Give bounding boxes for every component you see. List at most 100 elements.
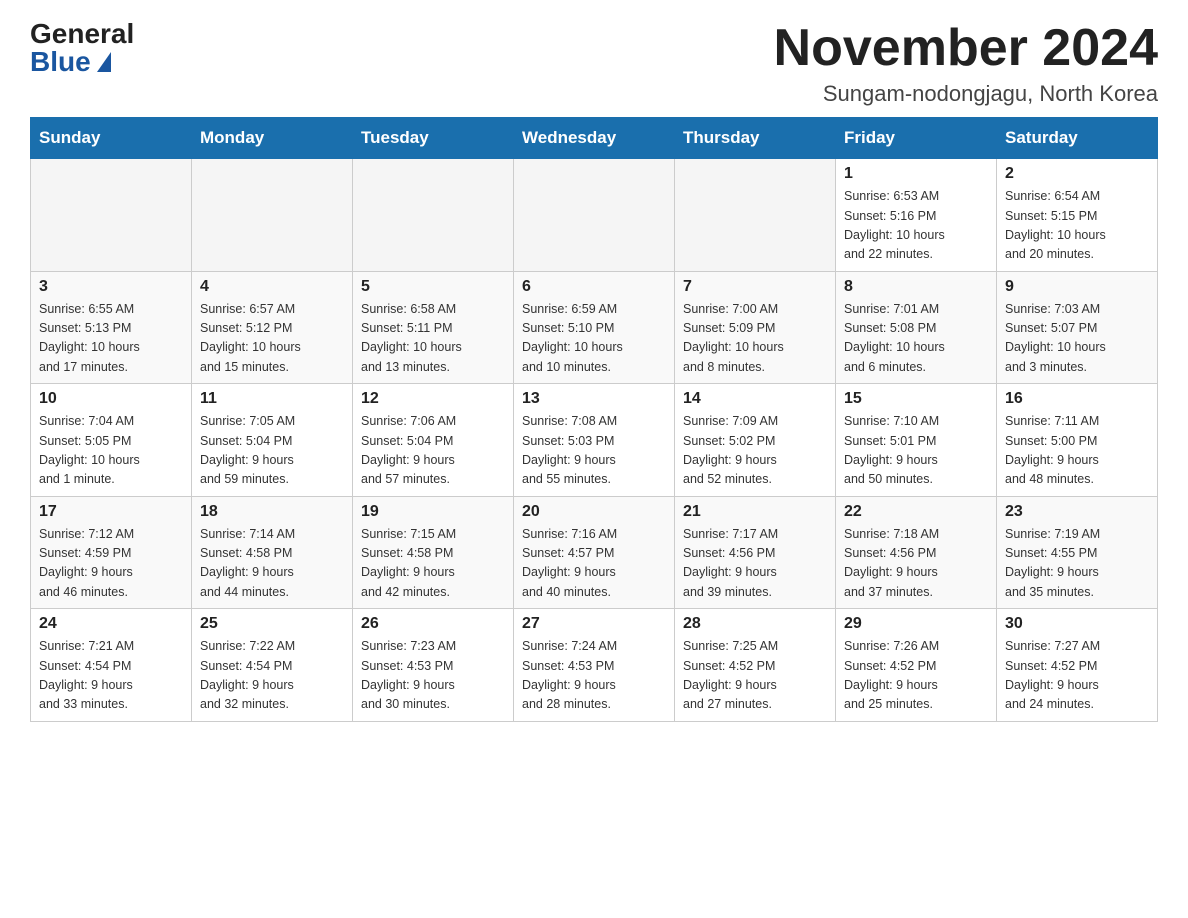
day-number: 19 [361, 503, 505, 521]
day-number: 25 [200, 615, 344, 633]
day-number: 27 [522, 615, 666, 633]
day-number: 5 [361, 278, 505, 296]
calendar-table: SundayMondayTuesdayWednesdayThursdayFrid… [30, 117, 1158, 722]
month-title: November 2024 [774, 20, 1158, 77]
weekday-header-saturday: Saturday [997, 118, 1158, 159]
day-number: 24 [39, 615, 183, 633]
day-info: Sunrise: 7:23 AMSunset: 4:53 PMDaylight:… [361, 637, 505, 715]
calendar-cell: 28 Sunrise: 7:25 AMSunset: 4:52 PMDayligh… [675, 609, 836, 722]
day-number: 26 [361, 615, 505, 633]
day-number: 8 [844, 278, 988, 296]
day-number: 12 [361, 390, 505, 408]
day-number: 28 [683, 615, 827, 633]
day-info: Sunrise: 7:26 AMSunset: 4:52 PMDaylight:… [844, 637, 988, 715]
calendar-cell: 18 Sunrise: 7:14 AMSunset: 4:58 PMDayligh… [192, 496, 353, 609]
day-info: Sunrise: 6:53 AMSunset: 5:16 PMDaylight:… [844, 187, 988, 265]
calendar-cell [353, 159, 514, 272]
calendar-cell [514, 159, 675, 272]
day-info: Sunrise: 7:06 AMSunset: 5:04 PMDaylight:… [361, 412, 505, 490]
day-info: Sunrise: 7:09 AMSunset: 5:02 PMDaylight:… [683, 412, 827, 490]
calendar-cell: 12 Sunrise: 7:06 AMSunset: 5:04 PMDayligh… [353, 384, 514, 497]
day-number: 30 [1005, 615, 1149, 633]
calendar-cell: 8 Sunrise: 7:01 AMSunset: 5:08 PMDaylight… [836, 271, 997, 384]
calendar-cell: 6 Sunrise: 6:59 AMSunset: 5:10 PMDaylight… [514, 271, 675, 384]
day-number: 18 [200, 503, 344, 521]
calendar-cell: 24 Sunrise: 7:21 AMSunset: 4:54 PMDayligh… [31, 609, 192, 722]
page-header: General Blue November 2024 Sungam-nodong… [30, 20, 1158, 107]
calendar-cell: 14 Sunrise: 7:09 AMSunset: 5:02 PMDayligh… [675, 384, 836, 497]
calendar-cell: 15 Sunrise: 7:10 AMSunset: 5:01 PMDayligh… [836, 384, 997, 497]
day-number: 15 [844, 390, 988, 408]
day-info: Sunrise: 7:14 AMSunset: 4:58 PMDaylight:… [200, 525, 344, 603]
day-info: Sunrise: 7:01 AMSunset: 5:08 PMDaylight:… [844, 300, 988, 378]
logo: General Blue [30, 20, 134, 76]
calendar-cell: 2 Sunrise: 6:54 AMSunset: 5:15 PMDaylight… [997, 159, 1158, 272]
day-number: 2 [1005, 165, 1149, 183]
calendar-cell: 10 Sunrise: 7:04 AMSunset: 5:05 PMDayligh… [31, 384, 192, 497]
day-number: 29 [844, 615, 988, 633]
day-info: Sunrise: 6:57 AMSunset: 5:12 PMDaylight:… [200, 300, 344, 378]
day-info: Sunrise: 7:00 AMSunset: 5:09 PMDaylight:… [683, 300, 827, 378]
day-info: Sunrise: 6:55 AMSunset: 5:13 PMDaylight:… [39, 300, 183, 378]
day-number: 14 [683, 390, 827, 408]
calendar-cell: 13Sunrise: 7:08 AMSunset: 5:03 PMDayligh… [514, 384, 675, 497]
week-row-2: 3Sunrise: 6:55 AMSunset: 5:13 PMDaylight… [31, 271, 1158, 384]
weekday-header-tuesday: Tuesday [353, 118, 514, 159]
day-info: Sunrise: 7:19 AMSunset: 4:55 PMDaylight:… [1005, 525, 1149, 603]
day-number: 9 [1005, 278, 1149, 296]
calendar-cell: 3Sunrise: 6:55 AMSunset: 5:13 PMDaylight… [31, 271, 192, 384]
logo-blue-text: Blue [30, 48, 111, 76]
day-info: Sunrise: 7:12 AMSunset: 4:59 PMDaylight:… [39, 525, 183, 603]
day-number: 6 [522, 278, 666, 296]
day-number: 17 [39, 503, 183, 521]
day-number: 11 [200, 390, 344, 408]
location-title: Sungam-nodongjagu, North Korea [774, 81, 1158, 107]
day-info: Sunrise: 7:11 AMSunset: 5:00 PMDaylight:… [1005, 412, 1149, 490]
title-block: November 2024 Sungam-nodongjagu, North K… [774, 20, 1158, 107]
day-info: Sunrise: 6:59 AMSunset: 5:10 PMDaylight:… [522, 300, 666, 378]
day-info: Sunrise: 7:21 AMSunset: 4:54 PMDaylight:… [39, 637, 183, 715]
calendar-cell: 25 Sunrise: 7:22 AMSunset: 4:54 PMDayligh… [192, 609, 353, 722]
day-number: 23 [1005, 503, 1149, 521]
day-number: 10 [39, 390, 183, 408]
calendar-cell [675, 159, 836, 272]
day-info: Sunrise: 7:17 AMSunset: 4:56 PMDaylight:… [683, 525, 827, 603]
day-number: 20 [522, 503, 666, 521]
day-info: Sunrise: 7:22 AMSunset: 4:54 PMDaylight:… [200, 637, 344, 715]
calendar-cell: 1 Sunrise: 6:53 AMSunset: 5:16 PMDaylight… [836, 159, 997, 272]
day-info: Sunrise: 7:05 AMSunset: 5:04 PMDaylight:… [200, 412, 344, 490]
calendar-cell: 9 Sunrise: 7:03 AMSunset: 5:07 PMDaylight… [997, 271, 1158, 384]
weekday-header-friday: Friday [836, 118, 997, 159]
calendar-cell: 20Sunrise: 7:16 AMSunset: 4:57 PMDayligh… [514, 496, 675, 609]
calendar-cell: 17 Sunrise: 7:12 AMSunset: 4:59 PMDayligh… [31, 496, 192, 609]
day-info: Sunrise: 7:18 AMSunset: 4:56 PMDaylight:… [844, 525, 988, 603]
day-number: 21 [683, 503, 827, 521]
day-number: 1 [844, 165, 988, 183]
day-number: 4 [200, 278, 344, 296]
day-info: Sunrise: 7:03 AMSunset: 5:07 PMDaylight:… [1005, 300, 1149, 378]
day-info: Sunrise: 7:04 AMSunset: 5:05 PMDaylight:… [39, 412, 183, 490]
weekday-header-wednesday: Wednesday [514, 118, 675, 159]
calendar-cell: 7 Sunrise: 7:00 AMSunset: 5:09 PMDaylight… [675, 271, 836, 384]
day-info: Sunrise: 7:24 AMSunset: 4:53 PMDaylight:… [522, 637, 666, 715]
calendar-cell [192, 159, 353, 272]
week-row-5: 24 Sunrise: 7:21 AMSunset: 4:54 PMDayligh… [31, 609, 1158, 722]
day-info: Sunrise: 6:58 AMSunset: 5:11 PMDaylight:… [361, 300, 505, 378]
day-info: Sunrise: 7:10 AMSunset: 5:01 PMDaylight:… [844, 412, 988, 490]
calendar-cell: 11 Sunrise: 7:05 AMSunset: 5:04 PMDayligh… [192, 384, 353, 497]
calendar-cell: 19Sunrise: 7:15 AMSunset: 4:58 PMDayligh… [353, 496, 514, 609]
day-number: 7 [683, 278, 827, 296]
calendar-cell: 29 Sunrise: 7:26 AMSunset: 4:52 PMDayligh… [836, 609, 997, 722]
calendar-cell: 5 Sunrise: 6:58 AMSunset: 5:11 PMDaylight… [353, 271, 514, 384]
logo-general-text: General [30, 20, 134, 48]
calendar-cell: 26 Sunrise: 7:23 AMSunset: 4:53 PMDayligh… [353, 609, 514, 722]
calendar-cell [31, 159, 192, 272]
calendar-cell: 16Sunrise: 7:11 AMSunset: 5:00 PMDayligh… [997, 384, 1158, 497]
day-info: Sunrise: 7:08 AMSunset: 5:03 PMDaylight:… [522, 412, 666, 490]
day-info: Sunrise: 6:54 AMSunset: 5:15 PMDaylight:… [1005, 187, 1149, 265]
weekday-header-thursday: Thursday [675, 118, 836, 159]
calendar-cell: 27 Sunrise: 7:24 AMSunset: 4:53 PMDayligh… [514, 609, 675, 722]
week-row-3: 10 Sunrise: 7:04 AMSunset: 5:05 PMDayligh… [31, 384, 1158, 497]
calendar-header-row: SundayMondayTuesdayWednesdayThursdayFrid… [31, 118, 1158, 159]
day-info: Sunrise: 7:25 AMSunset: 4:52 PMDaylight:… [683, 637, 827, 715]
